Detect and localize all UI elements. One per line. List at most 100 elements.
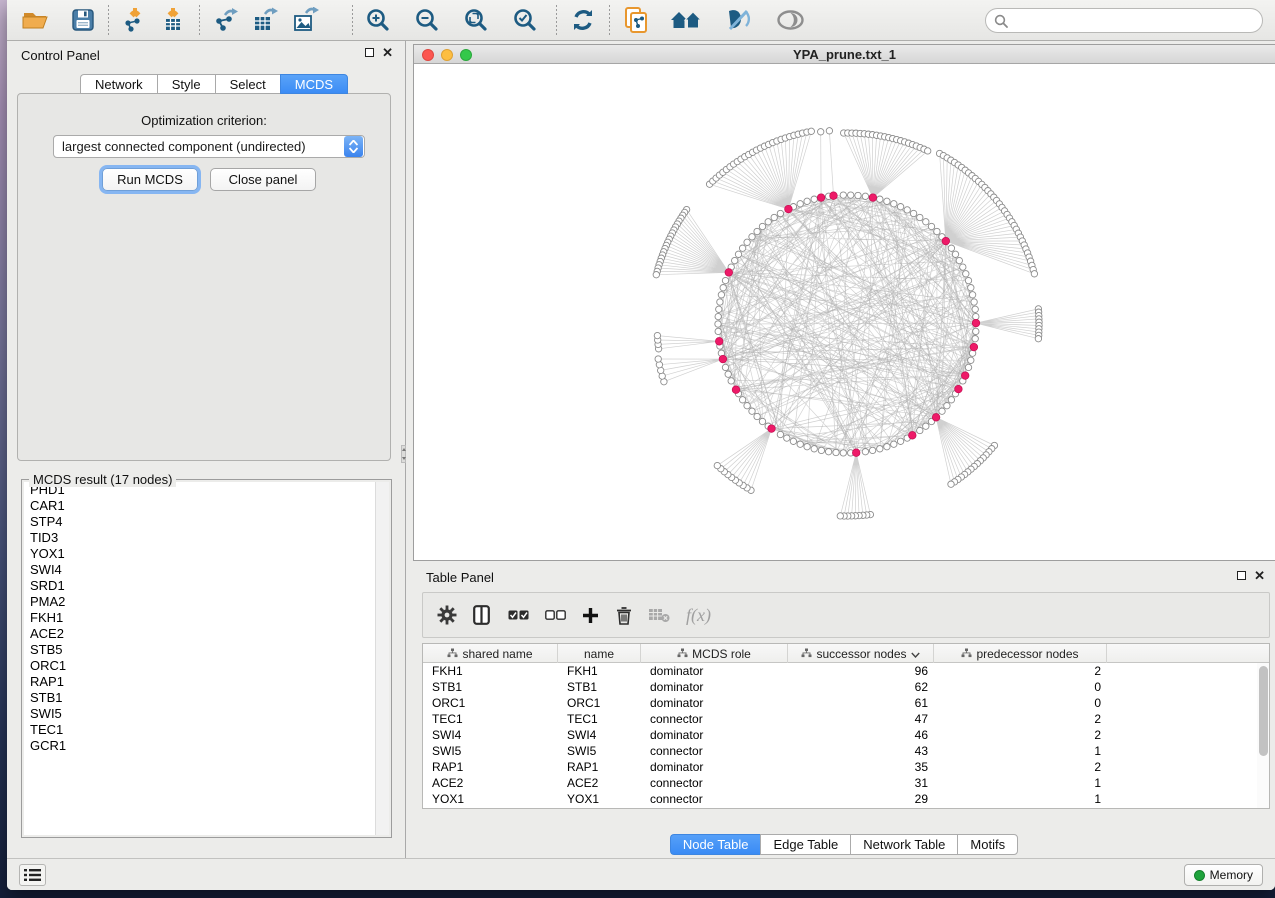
mcds-result-item[interactable]: STP4 bbox=[24, 514, 389, 530]
tab-motifs[interactable]: Motifs bbox=[957, 834, 1018, 855]
mcds-result-item[interactable]: PMA2 bbox=[24, 594, 389, 610]
table-row[interactable]: SWI5SWI5connector431 bbox=[423, 743, 1257, 759]
column-header-MCDS-role[interactable]: MCDS role bbox=[641, 644, 788, 663]
table-row[interactable]: PHD1PHD1dominator180 bbox=[423, 807, 1257, 808]
delete-column-button[interactable] bbox=[616, 606, 632, 625]
mcds-result-list[interactable]: PHD1CAR1STP4TID3YOX1SWI4SRD1PMA2FKH1ACE2… bbox=[24, 482, 389, 835]
run-mcds-button[interactable]: Run MCDS bbox=[102, 168, 198, 191]
mcds-result-item[interactable]: SWI5 bbox=[24, 706, 389, 722]
save-session-button[interactable] bbox=[65, 4, 101, 36]
tab-mcds[interactable]: MCDS bbox=[280, 74, 348, 94]
mcds-result-item[interactable]: GCR1 bbox=[24, 738, 389, 754]
eye-icon bbox=[776, 9, 805, 31]
open-session-button[interactable] bbox=[15, 4, 57, 36]
column-header-shared-name[interactable]: shared name bbox=[423, 644, 558, 663]
network-canvas[interactable] bbox=[414, 64, 1275, 560]
cell-MCDS-role: connector bbox=[641, 792, 788, 806]
duplicate-network-button[interactable] bbox=[617, 4, 656, 36]
network-window-titlebar[interactable]: YPA_prune.txt_1 bbox=[414, 45, 1275, 64]
trash-icon bbox=[616, 606, 632, 625]
table-row[interactable]: YOX1YOX1connector291 bbox=[423, 791, 1257, 807]
splitter-handle[interactable] bbox=[401, 445, 406, 463]
table-row[interactable]: SWI4SWI4dominator462 bbox=[423, 727, 1257, 743]
hide-graphics-details-button[interactable] bbox=[719, 4, 758, 36]
apply-layout-button[interactable] bbox=[564, 4, 602, 36]
mcds-result-item[interactable]: TEC1 bbox=[24, 722, 389, 738]
memory-button[interactable]: Memory bbox=[1184, 864, 1263, 886]
search-input[interactable] bbox=[1008, 14, 1262, 28]
mcds-result-item[interactable]: FKH1 bbox=[24, 610, 389, 626]
table-scrollbar[interactable] bbox=[1257, 663, 1269, 808]
table-settings-button[interactable] bbox=[437, 605, 457, 625]
mcds-result-item[interactable]: RAP1 bbox=[24, 674, 389, 690]
tab-select[interactable]: Select bbox=[215, 74, 280, 94]
table-row[interactable]: FKH1FKH1dominator962 bbox=[423, 663, 1257, 679]
tab-network[interactable]: Network bbox=[80, 74, 157, 94]
table-scrollbar-thumb[interactable] bbox=[1259, 666, 1268, 756]
table-row[interactable]: ACE2ACE2connector311 bbox=[423, 775, 1257, 791]
column-label: shared name bbox=[462, 647, 532, 661]
show-graphics-details-button[interactable] bbox=[770, 4, 811, 36]
table-row[interactable]: ORC1ORC1dominator610 bbox=[423, 695, 1257, 711]
tab-edge-table[interactable]: Edge Table bbox=[760, 834, 850, 855]
column-header-name[interactable]: name bbox=[558, 644, 641, 663]
toolbar-separator bbox=[352, 5, 353, 35]
mcds-result-item[interactable]: ORC1 bbox=[24, 658, 389, 674]
table-row[interactable]: STB1STB1dominator620 bbox=[423, 679, 1257, 695]
close-panel-button[interactable]: Close panel bbox=[210, 168, 316, 191]
column-header-predecessor-nodes[interactable]: predecessor nodes bbox=[934, 644, 1107, 663]
tab-node-table[interactable]: Node Table bbox=[670, 834, 761, 855]
cell-successor-nodes: 43 bbox=[788, 744, 934, 758]
mcds-result-item[interactable]: ACE2 bbox=[24, 626, 389, 642]
zoom-selected-button[interactable] bbox=[507, 4, 544, 36]
table-row[interactable]: RAP1RAP1dominator352 bbox=[423, 759, 1257, 775]
show-panels-button[interactable] bbox=[19, 864, 46, 886]
criterion-dropdown[interactable]: largest connected component (undirected) bbox=[53, 135, 365, 158]
import-network-button[interactable] bbox=[116, 4, 154, 36]
export-table-button[interactable] bbox=[246, 4, 286, 36]
close-panel-icon[interactable]: ✕ bbox=[382, 48, 393, 57]
mcds-result-item[interactable]: STB1 bbox=[24, 690, 389, 706]
export-image-button[interactable] bbox=[286, 4, 326, 36]
mcds-result-item[interactable]: SWI4 bbox=[24, 562, 389, 578]
fx-icon: f(x) bbox=[686, 605, 711, 626]
zoom-fit-button[interactable] bbox=[458, 4, 495, 36]
column-header-successor-nodes[interactable]: successor nodes bbox=[788, 644, 934, 663]
zoom-out-button[interactable] bbox=[409, 4, 446, 36]
mcds-result-item[interactable]: YOX1 bbox=[24, 546, 389, 562]
list-icon bbox=[24, 868, 41, 882]
close-table-panel-icon[interactable]: ✕ bbox=[1254, 571, 1265, 580]
mcds-result-item[interactable]: CAR1 bbox=[24, 498, 389, 514]
select-all-rows-button[interactable] bbox=[508, 610, 529, 621]
import-table-button[interactable] bbox=[154, 4, 192, 36]
export-network-button[interactable] bbox=[207, 4, 246, 36]
memory-label: Memory bbox=[1210, 868, 1253, 882]
table-panel: Table Panel ✕ bbox=[413, 566, 1275, 858]
deselect-all-rows-button[interactable] bbox=[545, 610, 566, 621]
table-row[interactable]: TEC1TEC1connector472 bbox=[423, 711, 1257, 727]
float-table-panel-icon[interactable] bbox=[1237, 571, 1246, 580]
float-panel-icon[interactable] bbox=[365, 48, 374, 57]
column-label: MCDS role bbox=[692, 647, 751, 661]
tab-network-table[interactable]: Network Table bbox=[850, 834, 957, 855]
cell-successor-nodes: 47 bbox=[788, 712, 934, 726]
mcds-list-scrollbar[interactable] bbox=[375, 482, 389, 835]
zoom-selected-icon bbox=[513, 8, 538, 33]
mcds-result-item[interactable]: SRD1 bbox=[24, 578, 389, 594]
search-field[interactable] bbox=[985, 8, 1263, 33]
tab-style[interactable]: Style bbox=[157, 74, 215, 94]
show-all-networks-button[interactable] bbox=[664, 4, 709, 36]
cytoscape-window: Control Panel ✕ NetworkStyleSelectMCDS O… bbox=[7, 0, 1275, 890]
column-type-icon bbox=[677, 647, 688, 661]
zoom-in-button[interactable] bbox=[360, 4, 397, 36]
cell-name: ACE2 bbox=[558, 776, 641, 790]
cell-shared-name: YOX1 bbox=[423, 792, 558, 806]
show-columns-button[interactable] bbox=[473, 605, 490, 625]
delete-table-button-disabled bbox=[648, 607, 670, 623]
mcds-tab-content: Optimization criterion: largest connecte… bbox=[17, 93, 391, 461]
mcds-result-item[interactable]: STB5 bbox=[24, 642, 389, 658]
toolbar-separator bbox=[108, 5, 109, 35]
mcds-result-item[interactable]: TID3 bbox=[24, 530, 389, 546]
memory-status-icon bbox=[1194, 870, 1205, 881]
create-column-button[interactable] bbox=[582, 607, 599, 624]
